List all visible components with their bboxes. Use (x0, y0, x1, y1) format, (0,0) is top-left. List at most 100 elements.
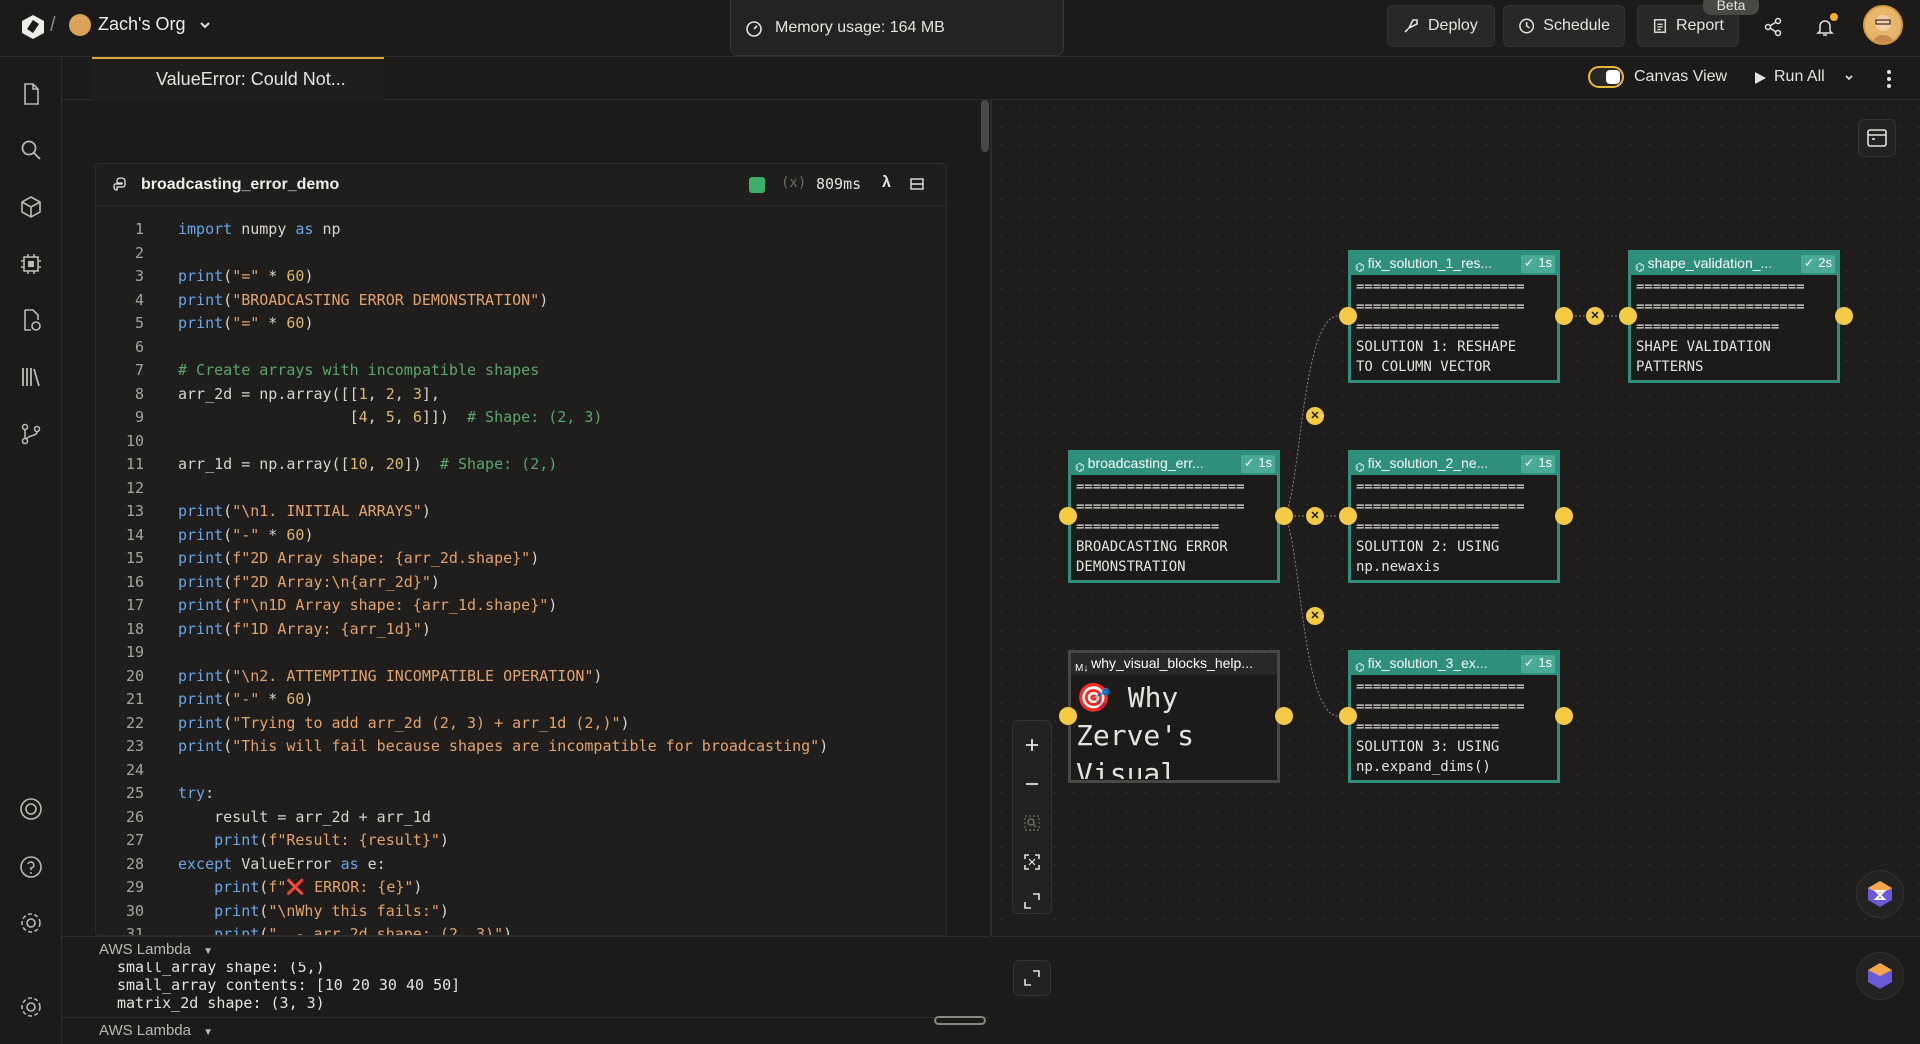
help-icon[interactable] (16, 852, 46, 882)
runtime-selector-bottom[interactable]: AWS Lambda ▼ (62, 1017, 990, 1044)
node-output-port[interactable] (1835, 307, 1853, 325)
node-input-port[interactable] (1619, 307, 1637, 325)
node-shape-validation[interactable]: ⌬ shape_validation_... ✓ 2s ============… (1628, 250, 1840, 383)
zerve-assistant-icon-bottom[interactable] (1856, 952, 1904, 1000)
zoom-out-icon[interactable] (1018, 770, 1046, 798)
runtime-selector[interactable]: AWS Lambda ▼ (62, 936, 990, 962)
lambda-icon[interactable]: λ (882, 174, 891, 192)
zerve-assistant-icon[interactable] (1856, 870, 1904, 918)
node-input-port[interactable] (1339, 707, 1357, 725)
package-icon[interactable] (16, 192, 46, 222)
node-fix-solution-3[interactable]: ⌬ fix_solution_3_ex... ✓ 1s ============… (1348, 650, 1560, 783)
node-output-port[interactable] (1555, 507, 1573, 525)
chevron-down-icon[interactable] (1842, 68, 1856, 88)
code-line[interactable]: 5 print("=" * 60) (96, 312, 946, 336)
line-number: 20 (125, 666, 144, 685)
collapse-icon[interactable] (909, 176, 925, 192)
git-branch-icon[interactable] (16, 419, 46, 449)
code-line[interactable]: 30 print("\nWhy this fails:") (96, 900, 946, 924)
code-line[interactable]: 17 print(f"\n1D Array shape: {arr_1d.shap… (96, 594, 946, 618)
variables-toggle[interactable]: (x) (781, 175, 806, 191)
code-line[interactable]: 10 (96, 430, 946, 454)
code-line[interactable]: 3 print("=" * 60) (96, 265, 946, 289)
canvas-view-toggle[interactable] (1588, 66, 1624, 88)
code-line[interactable]: 15 print(f"2D Array shape: {arr_2d.shape}… (96, 547, 946, 571)
code-line[interactable]: 11 arr_1d = np.array([10, 20]) # Shape: (… (96, 453, 946, 477)
editor-scrollbar[interactable] (981, 100, 989, 152)
code-line[interactable]: 25 try: (96, 782, 946, 806)
line-number: 6 (134, 337, 144, 356)
code-line[interactable]: 28 except ValueError as e: (96, 853, 946, 877)
node-output-port[interactable] (1275, 507, 1293, 525)
node-fix-solution-2[interactable]: ⌬ fix_solution_2_ne... ✓ 1s ============… (1348, 450, 1560, 583)
play-icon[interactable] (1750, 67, 1770, 89)
zoom-in-icon[interactable] (1018, 731, 1046, 759)
tab-valueerror[interactable]: ValueError: Could Not... (92, 57, 384, 100)
run-all-button[interactable]: Run All (1774, 68, 1825, 86)
chevron-down-icon[interactable] (198, 14, 212, 36)
library-icon[interactable] (16, 362, 46, 392)
code-line[interactable]: 6 (96, 336, 946, 360)
node-input-port[interactable] (1339, 507, 1357, 525)
fullscreen-icon[interactable] (1018, 848, 1046, 876)
resize-handle[interactable] (934, 1016, 986, 1025)
node-output-port[interactable] (1555, 307, 1573, 325)
code-line[interactable]: 29 print(f"❌ ERROR: {e}") (96, 876, 946, 900)
edge-delete-icon[interactable]: ✕ (1306, 607, 1324, 625)
code-line[interactable]: 4 print("BROADCASTING ERROR DEMONSTRATION… (96, 289, 946, 313)
user-avatar[interactable] (1863, 5, 1903, 45)
code-line[interactable]: 31 print(" - arr_2d shape: (2, 3)") (96, 923, 946, 935)
more-options-icon[interactable] (1882, 67, 1896, 91)
cpu-icon[interactable] (16, 249, 46, 279)
node-broadcasting-error[interactable]: ⌬ broadcasting_err... ✓ 1s =============… (1068, 450, 1280, 583)
code-line[interactable]: 7 # Create arrays with incompatible shape… (96, 359, 946, 383)
code-line[interactable]: 22 print("Trying to add arr_2d (2, 3) + a… (96, 712, 946, 736)
edge-delete-icon[interactable]: ✕ (1586, 307, 1604, 325)
node-output-port[interactable] (1555, 707, 1573, 725)
node-time-badge: ✓ 1s (1520, 655, 1555, 673)
settings-icon[interactable] (16, 908, 46, 938)
node-input-port[interactable] (1059, 707, 1077, 725)
code-line[interactable]: 13 print("\n1. INITIAL ARRAYS") (96, 500, 946, 524)
node-fix-solution-1[interactable]: ⌬ fix_solution_1_res... ✓ 1s ===========… (1348, 250, 1560, 383)
node-output: ==================== ===================… (1356, 279, 1525, 375)
side-panel-button[interactable] (1858, 119, 1896, 157)
share-icon[interactable] (1758, 12, 1788, 42)
code-line[interactable]: 9 [4, 5, 6]]) # Shape: (2, 3) (96, 406, 946, 430)
search-icon[interactable] (16, 135, 46, 165)
expand-icon[interactable] (1018, 887, 1046, 915)
file-sync-icon[interactable] (16, 305, 46, 335)
code-editor[interactable]: 1 import numpy as np 2 3 print("=" * 60) 4 pri… (96, 218, 946, 935)
zerve-logo-icon[interactable] (18, 12, 48, 42)
code-line[interactable]: 20 print("\n2. ATTEMPTING INCOMPATIBLE OP… (96, 665, 946, 689)
node-why-visual-blocks[interactable]: M↓ why_visual_blocks_help... 🎯 Why Zerve… (1068, 650, 1280, 783)
deploy-button[interactable]: Deploy (1387, 5, 1495, 47)
code-line[interactable]: 14 print("-" * 60) (96, 524, 946, 548)
code-line[interactable]: 19 (96, 641, 946, 665)
code-line[interactable]: 24 (96, 759, 946, 783)
code-line[interactable]: 26 result = arr_2d + arr_1d (96, 806, 946, 830)
code-line[interactable]: 1 import numpy as np (96, 218, 946, 242)
edge-delete-icon[interactable]: ✕ (1306, 507, 1324, 525)
schedule-button[interactable]: Schedule (1503, 5, 1625, 47)
code-line[interactable]: 16 print(f"2D Array:\n{arr_2d}") (96, 571, 946, 595)
node-input-port[interactable] (1059, 507, 1077, 525)
node-input-port[interactable] (1339, 307, 1357, 325)
settings-icon-bottom[interactable] (16, 992, 46, 1022)
expand-icon-bottom[interactable] (1013, 960, 1051, 996)
code-line[interactable]: 2 (96, 242, 946, 266)
code-line[interactable]: 23 print("This will fail because shapes a… (96, 735, 946, 759)
code-line[interactable]: 18 print(f"1D Array: {arr_1d}") (96, 618, 946, 642)
edge-delete-icon[interactable]: ✕ (1306, 407, 1324, 425)
file-icon[interactable] (16, 79, 46, 109)
code-line[interactable]: 8 arr_2d = np.array([[1, 2, 3], (96, 383, 946, 407)
node-output: ==================== ===================… (1076, 479, 1245, 575)
target-icon[interactable] (16, 794, 46, 824)
org-name[interactable]: Zach's Org (98, 14, 185, 35)
zoom-fit-icon[interactable] (1018, 809, 1046, 837)
code-line[interactable]: 21 print("-" * 60) (96, 688, 946, 712)
code-line[interactable]: 12 (96, 477, 946, 501)
code-line[interactable]: 27 print(f"Result: {result}") (96, 829, 946, 853)
cell-title[interactable]: broadcasting_error_demo (141, 176, 339, 194)
node-output-port[interactable] (1275, 707, 1293, 725)
